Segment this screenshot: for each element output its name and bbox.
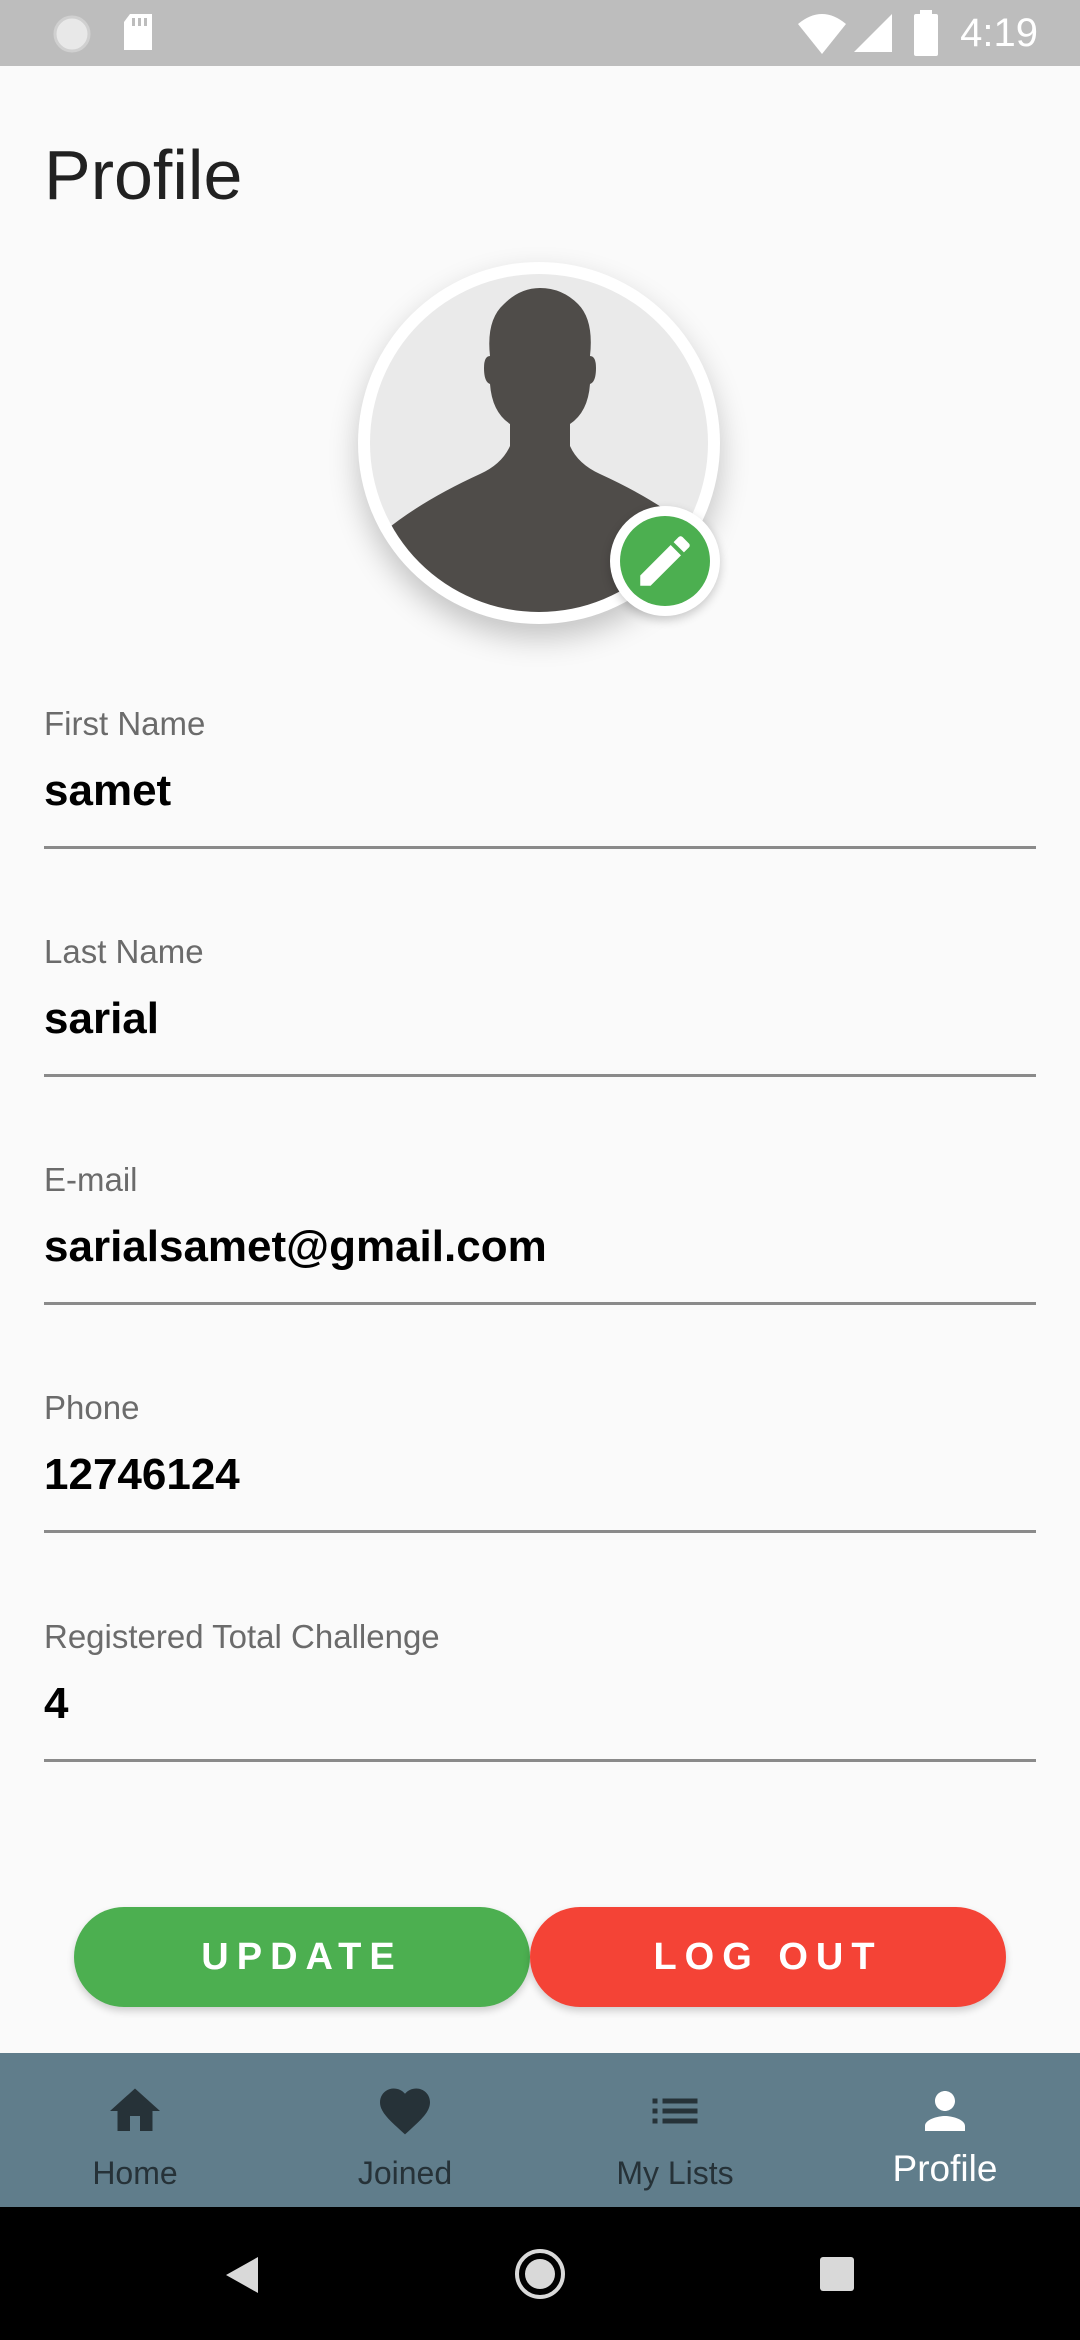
phone-field[interactable]: Phone 12746124 <box>44 1388 1036 1533</box>
edit-avatar-button[interactable] <box>610 506 720 616</box>
logout-button[interactable]: LOG OUT <box>530 1907 1006 2007</box>
battery-icon <box>912 10 940 61</box>
update-button[interactable]: UPDATE <box>74 1907 530 2007</box>
first-name-field[interactable]: First Name samet <box>44 704 1036 849</box>
field-label: Phone <box>44 1389 140 1426</box>
nav-item-my-lists[interactable]: My Lists <box>540 2053 810 2207</box>
wifi-icon <box>796 10 848 61</box>
system-navigation-bar <box>0 2207 1080 2340</box>
status-bar: 4:19 <box>0 0 1080 66</box>
last-name-field[interactable]: Last Name sarial <box>44 932 1036 1077</box>
bottom-navigation: Home Joined My Lists Profile <box>0 2053 1080 2207</box>
phone-input[interactable]: 12746124 <box>44 1448 1036 1502</box>
nav-item-home[interactable]: Home <box>0 2053 270 2207</box>
nav-label: Home <box>92 2155 178 2191</box>
field-label: Registered Total Challenge <box>44 1618 440 1655</box>
nav-label: My Lists <box>616 2155 734 2191</box>
list-icon <box>645 2081 705 2141</box>
sd-card-icon <box>120 12 156 57</box>
signal-icon <box>852 12 894 59</box>
nav-item-joined[interactable]: Joined <box>270 2053 540 2207</box>
home-icon <box>105 2081 165 2141</box>
registered-total-challenge-field[interactable]: Registered Total Challenge 4 <box>44 1617 1036 1762</box>
first-name-input[interactable]: samet <box>44 764 1036 818</box>
heart-icon <box>375 2081 435 2141</box>
last-name-input[interactable]: sarial <box>44 992 1036 1046</box>
page-title: Profile <box>44 136 243 214</box>
sync-icon <box>52 14 92 59</box>
person-icon <box>915 2081 975 2141</box>
registered-total-challenge-input[interactable]: 4 <box>44 1677 1036 1731</box>
nav-label: Profile <box>892 2148 998 2189</box>
field-label: E-mail <box>44 1161 138 1198</box>
field-label: Last Name <box>44 933 204 970</box>
field-label: First Name <box>44 705 206 742</box>
nav-item-profile[interactable]: Profile <box>810 2053 1080 2207</box>
email-field[interactable]: E-mail sarialsamet@gmail.com <box>44 1160 1036 1305</box>
status-time: 4:19 <box>960 11 1038 55</box>
email-input[interactable]: sarialsamet@gmail.com <box>44 1220 1036 1274</box>
nav-label: Joined <box>357 2155 453 2191</box>
